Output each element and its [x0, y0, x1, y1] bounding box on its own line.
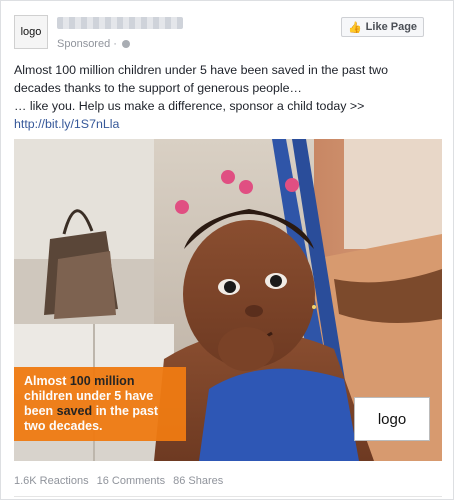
banner-highlight-100-million: 100 million	[69, 374, 135, 388]
thumbs-up-icon: 👍	[347, 21, 362, 34]
sponsored-label[interactable]: Sponsored ·	[57, 38, 117, 50]
post-link[interactable]: http://bit.ly/1S7nLla	[14, 117, 119, 131]
sponsored-post-card: logo Sponsored · 👍 Like Page Almost 100 …	[0, 0, 454, 500]
footer-divider	[14, 496, 442, 497]
photo-logo-badge: logo	[354, 397, 430, 441]
globe-icon	[121, 40, 130, 48]
avatar-logo-text: logo	[20, 26, 42, 38]
post-text-line1: Almost 100 million children under 5 have…	[14, 63, 389, 95]
page-avatar[interactable]: logo	[14, 15, 48, 49]
sponsored-row: Sponsored ·	[57, 38, 130, 50]
page-name-redacted[interactable]	[57, 17, 183, 29]
shares-count[interactable]: 86 Shares	[173, 475, 223, 487]
post-text: Almost 100 million children under 5 have…	[14, 61, 434, 133]
post-photo[interactable]: Almost 100 million children under 5 have…	[14, 139, 442, 461]
banner-text-part1: Almost	[24, 374, 70, 388]
photo-logo-text: logo	[377, 410, 407, 428]
reactions-count[interactable]: 1.6K Reactions	[14, 475, 89, 487]
like-page-button[interactable]: 👍 Like Page	[341, 17, 424, 37]
banner-highlight-saved: saved	[56, 404, 93, 418]
text-overlay-banner: Almost 100 million children under 5 have…	[14, 367, 186, 441]
like-page-label: Like Page	[365, 21, 418, 33]
post-text-line2: … like you. Help us make a difference, s…	[14, 99, 365, 113]
comments-count[interactable]: 16 Comments	[97, 475, 165, 487]
engagement-stats: 1.6K Reactions 16 Comments 86 Shares	[14, 475, 223, 487]
